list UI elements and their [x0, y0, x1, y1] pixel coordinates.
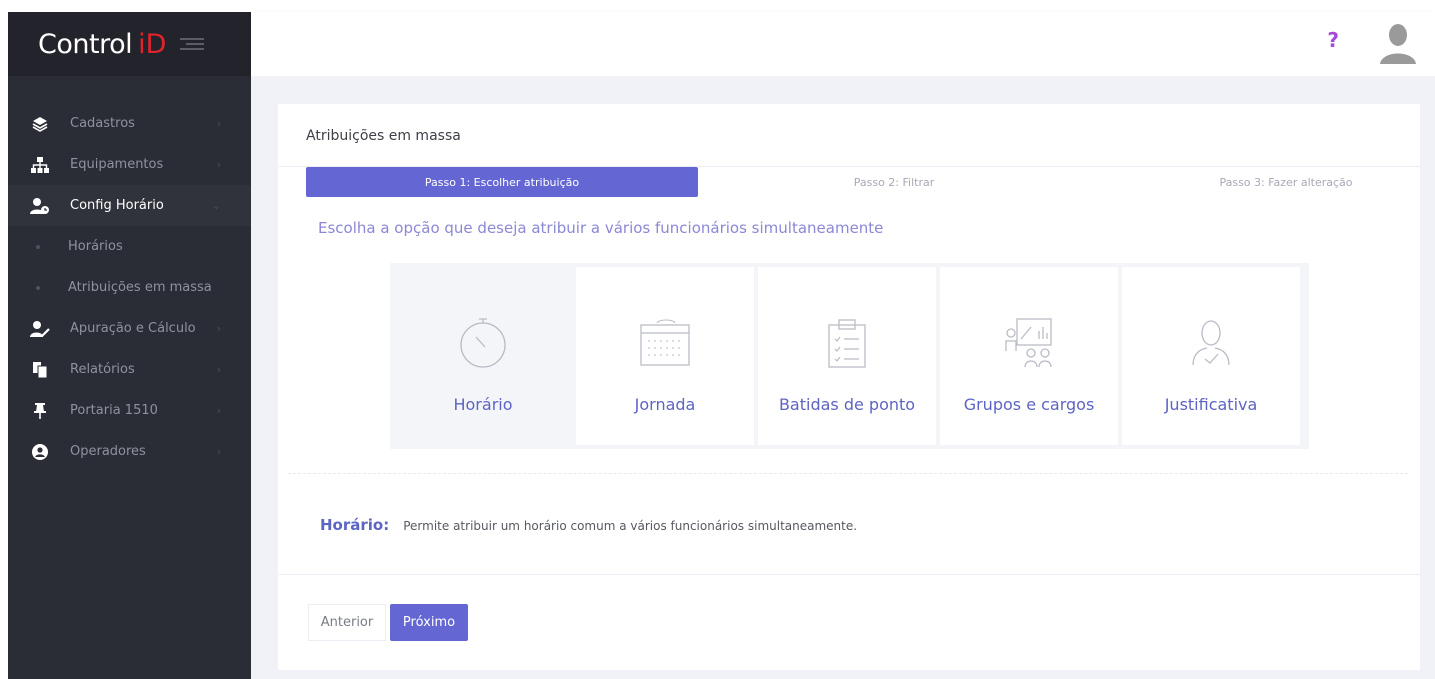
chevron-right-icon: › — [216, 363, 221, 376]
divider — [288, 473, 1408, 474]
brand-suffix: iD — [138, 28, 167, 60]
option-grupos[interactable]: Grupos e cargos — [940, 267, 1118, 445]
copy-icon — [30, 361, 50, 379]
step-3[interactable]: Passo 3: Fazer alteração — [1090, 167, 1435, 197]
sidebar: Control iD Cadastros › Equipamentos › Co… — [8, 12, 251, 679]
chevron-down-icon: ⌄ — [211, 199, 221, 212]
brand-name: Control — [38, 28, 133, 60]
sidebar-subitem-label: Atribuições em massa — [68, 280, 212, 295]
topbar: ? — [251, 12, 1435, 76]
sidebar-item-equipamentos[interactable]: Equipamentos › — [8, 144, 251, 185]
clipboard-checklist-icon — [819, 317, 875, 369]
option-grid: Horário Jornada Batidas de ponto Grupos … — [390, 263, 1309, 449]
sidebar-item-label: Relatórios — [70, 362, 135, 377]
pin-icon — [30, 402, 50, 420]
wizard-steps: Passo 1: Escolher atribuição Passo 2: Fi… — [306, 167, 1406, 197]
description-text: Permite atribuir um horário comum a vári… — [403, 519, 858, 533]
divider — [278, 574, 1420, 575]
chevron-right-icon: › — [216, 322, 221, 335]
brand: Control iD — [8, 12, 251, 76]
sidebar-subitem-label: Horários — [68, 239, 123, 254]
sidebar-item-relatorios[interactable]: Relatórios › — [8, 349, 251, 390]
sidebar-subitem-atribuicoes[interactable]: Atribuições em massa — [8, 267, 251, 308]
sidebar-menu: Cadastros › Equipamentos › Config Horári… — [8, 103, 251, 472]
sidebar-item-label: Equipamentos — [70, 157, 164, 172]
option-justificativa[interactable]: Justificativa — [1122, 267, 1300, 445]
description-key: Horário: — [320, 516, 390, 534]
option-jornada[interactable]: Jornada — [576, 267, 754, 445]
step-1[interactable]: Passo 1: Escolher atribuição — [306, 167, 698, 197]
bullet-icon — [36, 285, 40, 290]
sitemap-icon — [30, 156, 50, 174]
sidebar-item-operadores[interactable]: Operadores › — [8, 431, 251, 472]
sidebar-item-label: Portaria 1510 — [70, 403, 158, 418]
chevron-right-icon: › — [216, 445, 221, 458]
wizard-card: Atribuições em massa Passo 1: Escolher a… — [278, 104, 1420, 670]
option-description: Horário: Permite atribuir um horário com… — [320, 516, 857, 534]
option-label: Jornada — [634, 395, 696, 414]
option-batidas[interactable]: Batidas de ponto — [758, 267, 936, 445]
next-button[interactable]: Próximo — [390, 604, 468, 641]
chevron-right-icon: › — [216, 404, 221, 417]
sidebar-item-label: Config Horário — [70, 198, 164, 213]
option-label: Horário — [453, 395, 513, 414]
step-2[interactable]: Passo 2: Filtrar — [698, 167, 1090, 197]
calendar-icon — [637, 317, 693, 369]
avatar[interactable] — [1376, 20, 1420, 64]
option-label: Grupos e cargos — [963, 395, 1095, 414]
chevron-right-icon: › — [216, 158, 221, 171]
sidebar-item-label: Cadastros — [70, 116, 135, 131]
previous-button[interactable]: Anterior — [308, 604, 386, 641]
instruction-text: Escolha a opção que deseja atribuir a vá… — [318, 219, 884, 237]
page-title: Atribuições em massa — [306, 128, 461, 144]
stopwatch-icon — [455, 317, 511, 369]
user-edit-icon — [30, 320, 50, 338]
user-check-icon — [1183, 317, 1239, 369]
layers-icon — [30, 115, 50, 133]
sidebar-item-label: Operadores — [70, 444, 146, 459]
user-clock-icon — [30, 197, 50, 215]
chevron-right-icon: › — [216, 117, 221, 130]
sidebar-item-config-horario[interactable]: Config Horário ⌄ — [8, 185, 251, 226]
sidebar-item-cadastros[interactable]: Cadastros › — [8, 103, 251, 144]
sidebar-item-portaria[interactable]: Portaria 1510 › — [8, 390, 251, 431]
user-circle-icon — [30, 443, 50, 461]
sidebar-subitem-horarios[interactable]: Horários — [8, 226, 251, 267]
sidebar-item-apuracao[interactable]: Apuração e Cálculo › — [8, 308, 251, 349]
group-chart-icon — [1001, 317, 1057, 369]
bullet-icon — [36, 244, 40, 249]
menu-toggle-icon[interactable] — [180, 38, 205, 50]
option-label: Batidas de ponto — [778, 395, 916, 414]
sidebar-item-label: Apuração e Cálculo — [70, 321, 196, 336]
option-horario[interactable]: Horário — [394, 267, 572, 445]
help-button[interactable]: ? — [1327, 28, 1339, 52]
option-label: Justificativa — [1164, 395, 1258, 414]
